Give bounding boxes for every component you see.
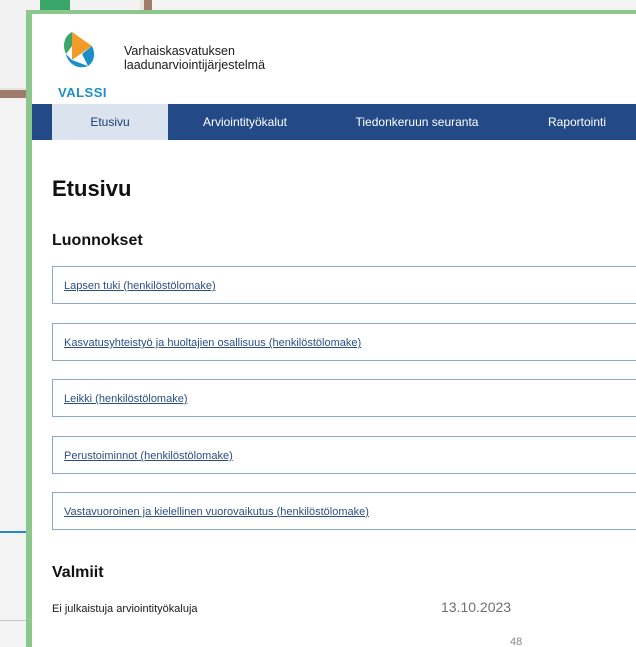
valssi-logo-icon (64, 32, 95, 68)
draft-link-vuorovaikutus[interactable]: Vastavuoroinen ja kielellinen vuorovaiku… (64, 506, 369, 518)
valssi-logo-text: VALSSI (58, 85, 107, 100)
draft-item[interactable]: Kasvatusyhteistyö ja huoltajien osallisu… (52, 323, 636, 361)
app-header: VALSSI Varhaiskasvatuksen laadunarvioint… (32, 14, 636, 104)
ready-empty-text: Ei julkaistuja arviointityökaluja (52, 603, 198, 615)
draft-link-perustoiminnot[interactable]: Perustoiminnot (henkilöstölomake) (64, 450, 233, 462)
draft-item[interactable]: Lapsen tuki (henkilöstölomake) (52, 266, 636, 304)
app-title-line-2: laadunarviointijärjestelmä (124, 58, 266, 72)
draft-item[interactable]: Vastavuoroinen ja kielellinen vuorovaiku… (52, 492, 636, 530)
main-navigation: Etusivu Arviointityökalut Tiedonkeruun s… (32, 104, 636, 140)
tab-raportointi[interactable]: Raportointi (512, 104, 636, 140)
draft-item[interactable]: Perustoiminnot (henkilöstölomake) (52, 436, 636, 474)
app-title: Varhaiskasvatuksen laadunarviointijärjes… (124, 44, 265, 72)
draft-link-leikki[interactable]: Leikki (henkilöstölomake) (64, 393, 188, 405)
page-title: Etusivu (52, 176, 132, 201)
tab-etusivu[interactable]: Etusivu (52, 104, 168, 140)
drafts-heading: Luonnokset (52, 232, 143, 249)
valssi-logo[interactable]: VALSSI (58, 26, 107, 100)
app-title-line-1: Varhaiskasvatuksen (124, 44, 235, 58)
draft-link-kasvatusyhteistyo[interactable]: Kasvatusyhteistyö ja huoltajien osallisu… (64, 337, 361, 349)
tab-arviointityokalut[interactable]: Arviointityökalut (168, 104, 322, 140)
ready-heading: Valmiit (52, 564, 104, 581)
tab-tiedonkeruun-seuranta[interactable]: Tiedonkeruun seuranta (322, 104, 512, 140)
draft-item[interactable]: Leikki (henkilöstölomake) (52, 379, 636, 417)
app-window: VALSSI Varhaiskasvatuksen laadunarvioint… (26, 10, 636, 647)
draft-link-lapsen-tuki[interactable]: Lapsen tuki (henkilöstölomake) (64, 280, 216, 292)
slide-date: 13.10.2023 (441, 599, 512, 615)
slide-page-number: 48 (510, 636, 523, 647)
